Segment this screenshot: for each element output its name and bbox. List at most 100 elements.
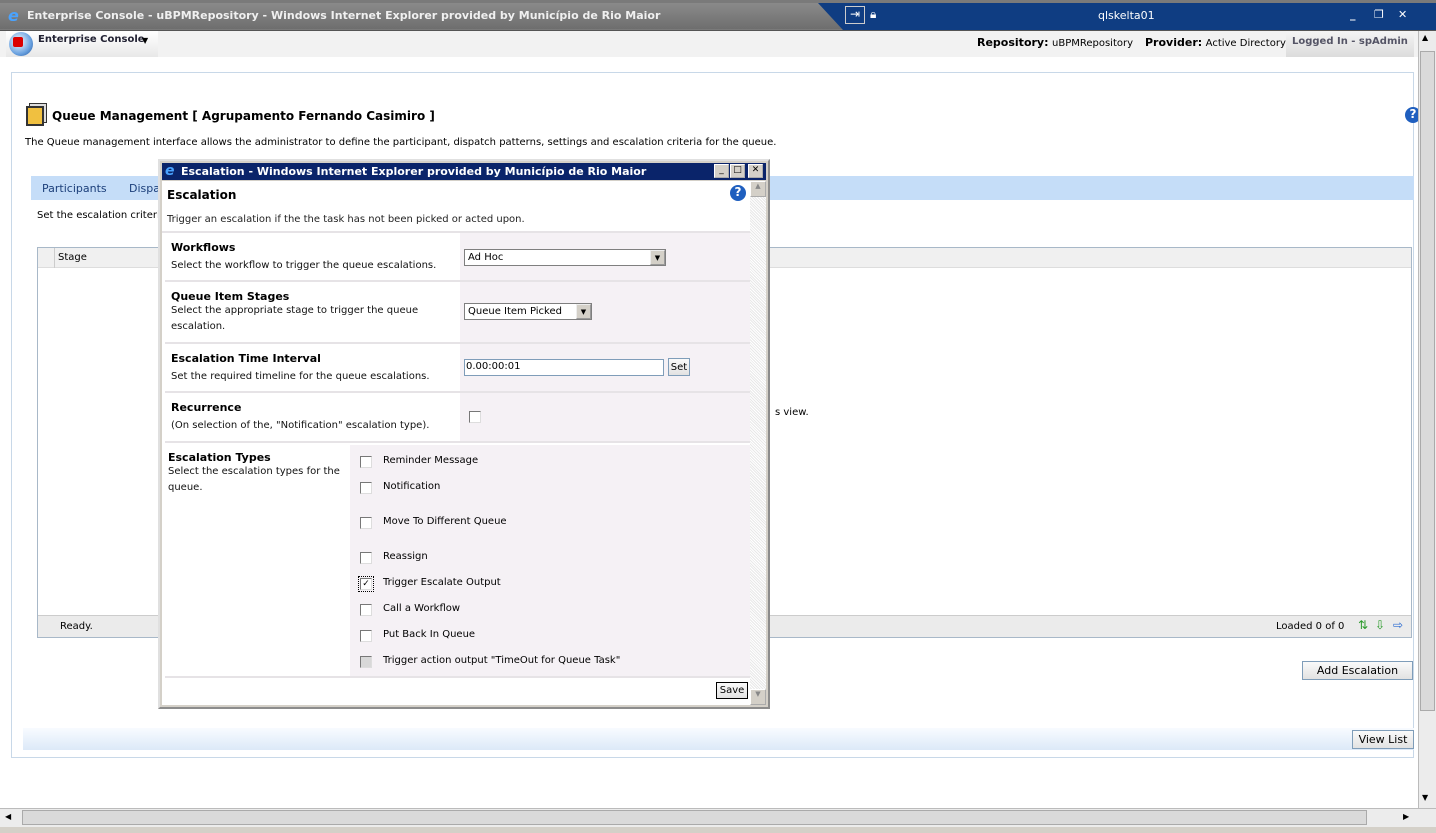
grid-status: Ready. xyxy=(60,621,93,632)
escalation-type-checkbox[interactable] xyxy=(360,630,372,642)
dialog-help-icon[interactable]: ? xyxy=(730,185,746,201)
interval-desc: Set the required timeline for the queue … xyxy=(171,371,430,382)
page-title: Queue Management [ Agrupamento Fernando … xyxy=(52,109,435,123)
scroll-up-icon[interactable]: ▲ xyxy=(750,181,766,197)
scroll-down-icon[interactable]: ▼ xyxy=(1422,793,1428,802)
escalation-type-checkbox[interactable] xyxy=(360,517,372,529)
vertical-scrollbar[interactable]: ▲ ▼ xyxy=(1418,31,1436,808)
horizontal-scrollbar[interactable]: ◀ ▶ xyxy=(0,808,1436,827)
escalation-type-label[interactable]: Reassign xyxy=(383,551,428,562)
dialog-close-button[interactable]: ✕ xyxy=(748,164,763,178)
close-button[interactable]: ✕ xyxy=(1398,8,1407,21)
export-icon[interactable]: ⇩ xyxy=(1375,618,1385,632)
chevron-down-icon: ▼ xyxy=(576,304,591,319)
restore-button[interactable]: ❐ xyxy=(1374,8,1384,21)
workflows-label: Workflows xyxy=(171,241,236,254)
repository-label: Repository: xyxy=(977,36,1049,49)
refresh-icon[interactable]: ⇅ xyxy=(1358,618,1368,632)
escalation-type-label[interactable]: Put Back In Queue xyxy=(383,629,475,640)
scroll-right-icon[interactable]: ▶ xyxy=(1403,812,1409,821)
browser-title-bar: e Enterprise Console - uBPMRepository - … xyxy=(0,0,1436,31)
scroll-left-icon[interactable]: ◀ xyxy=(5,812,11,821)
app-logo-icon xyxy=(9,32,33,56)
dialog-maximize-button[interactable]: □ xyxy=(730,164,745,178)
column-stage[interactable]: Stage xyxy=(58,252,87,263)
stages-desc: Select the appropriate stage to trigger … xyxy=(171,305,419,332)
stage-select-value: Queue Item Picked xyxy=(468,306,562,317)
types-desc: Select the escalation types for the queu… xyxy=(168,466,340,493)
types-row: Escalation Types Select the escalation ty… xyxy=(165,445,750,678)
escalation-dialog: e Escalation - Windows Internet Explorer… xyxy=(158,159,770,709)
queue-icon xyxy=(26,106,44,126)
stage-select[interactable]: Queue Item Picked ▼ xyxy=(464,303,592,320)
escalation-type-label[interactable]: Call a Workflow xyxy=(383,603,460,614)
instructions-text: Set the escalation criteri xyxy=(37,210,160,221)
app-menu-label: Enterprise Console xyxy=(38,34,145,45)
dialog-title: Escalation - Windows Internet Explorer p… xyxy=(181,165,647,178)
set-interval-button[interactable]: Set xyxy=(668,358,690,376)
escalation-type-label[interactable]: Trigger action output "TimeOut for Queue… xyxy=(383,655,620,666)
scroll-thumb[interactable] xyxy=(1420,51,1435,711)
dialog-subtitle: Trigger an escalation if the the task ha… xyxy=(167,214,525,225)
workflow-select[interactable]: Ad Hoc ▼ xyxy=(464,249,666,266)
escalation-type-checkbox xyxy=(360,656,372,668)
title-left: e Enterprise Console - uBPMRepository - … xyxy=(0,3,860,29)
dialog-body: Escalation ? Trigger an escalation if th… xyxy=(162,181,750,705)
escalation-type-checkbox[interactable] xyxy=(360,604,372,616)
pin-icon[interactable]: ⇥ xyxy=(845,6,865,24)
recurrence-checkbox[interactable] xyxy=(469,411,481,423)
recurrence-desc: (On selection of the, "Notification" esc… xyxy=(171,420,430,431)
escalation-type-label[interactable]: Trigger Escalate Output xyxy=(383,577,501,588)
escalation-type-checkbox[interactable]: ✓ xyxy=(358,576,374,592)
escalation-type-checkbox[interactable] xyxy=(360,456,372,468)
provider-value: Active Directory xyxy=(1205,38,1286,49)
escalation-type-label[interactable]: Move To Different Queue xyxy=(383,516,507,527)
repository-value: uBPMRepository xyxy=(1052,38,1134,49)
interval-input[interactable]: 0.00:00:01 xyxy=(464,359,664,376)
add-escalation-button[interactable]: Add Escalation xyxy=(1302,661,1413,680)
recurrence-row: Recurrence (On selection of the, "Notific… xyxy=(165,393,750,443)
chevron-down-icon: ▼ xyxy=(650,250,665,265)
scroll-thumb-h[interactable] xyxy=(22,810,1367,825)
bottom-bar xyxy=(23,728,1414,750)
page-description: The Queue management interface allows th… xyxy=(25,137,777,148)
repository-info: Repository: uBPMRepository xyxy=(977,36,1133,49)
grid-loaded-count: Loaded 0 of 0 xyxy=(1276,621,1345,632)
ie-icon: e xyxy=(165,163,175,179)
logged-in-user[interactable]: Logged In - spAdmin xyxy=(1286,31,1414,57)
app-menu[interactable]: Enterprise Console ▼ xyxy=(6,31,158,57)
workflows-desc: Select the workflow to trigger the queue… xyxy=(171,260,437,271)
recurrence-label: Recurrence xyxy=(171,401,242,414)
workflow-select-value: Ad Hoc xyxy=(468,252,504,263)
stages-row: Queue Item Stages Select the appropriate … xyxy=(165,282,750,344)
provider-info: Provider: Active Directory xyxy=(1145,36,1286,49)
escalation-type-checkbox[interactable] xyxy=(360,482,372,494)
interval-row: Escalation Time Interval Set the required… xyxy=(165,344,750,393)
import-icon[interactable]: ⇨ xyxy=(1393,618,1403,632)
provider-label: Provider: xyxy=(1145,36,1203,49)
escalation-type-label[interactable]: Reminder Message xyxy=(383,455,478,466)
workflows-row: Workflows Select the workflow to trigger … xyxy=(165,233,750,282)
lock-icon: 🔒︎ xyxy=(870,7,877,21)
dialog-heading: Escalation xyxy=(167,188,237,202)
scroll-up-icon[interactable]: ▲ xyxy=(1422,33,1428,42)
types-label: Escalation Types xyxy=(168,451,271,464)
view-list-button[interactable]: View List xyxy=(1352,730,1414,749)
escalation-types-list: Reminder Message Notification Move To Diff… xyxy=(350,445,750,676)
dialog-scrollbar[interactable]: ▲ ▼ xyxy=(750,181,766,705)
title-right: ⇥ 🔒︎ qlskelta01 _ ❐ ✕ xyxy=(818,3,1436,30)
escalation-type-label[interactable]: Notification xyxy=(383,481,440,492)
interval-label: Escalation Time Interval xyxy=(171,352,321,365)
app-toolbar: Enterprise Console ▼ Repository: uBPMRep… xyxy=(0,31,1418,57)
window-title: Enterprise Console - uBPMRepository - Wi… xyxy=(27,9,661,22)
dialog-minimize-button[interactable]: _ xyxy=(714,164,729,178)
escalation-type-checkbox[interactable] xyxy=(360,552,372,564)
save-button[interactable]: Save xyxy=(716,682,748,699)
dialog-title-bar[interactable]: e Escalation - Windows Internet Explorer… xyxy=(162,163,766,180)
scroll-down-icon[interactable]: ▼ xyxy=(750,689,766,705)
ie-icon: e xyxy=(8,6,19,25)
tab-dispatch[interactable]: Dispa xyxy=(129,182,160,195)
tab-participants[interactable]: Participants xyxy=(42,182,107,195)
minimize-button[interactable]: _ xyxy=(1350,8,1356,21)
host-name: qlskelta01 xyxy=(1098,9,1155,22)
